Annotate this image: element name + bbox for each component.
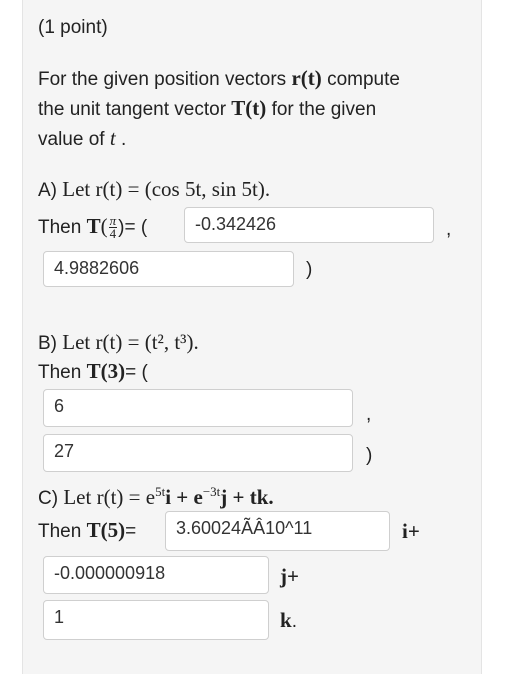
partC-statement: C) Let r(t) = e5ti + e−3tj + tk. — [38, 484, 274, 509]
pi-over-four-fraction: π4 — [108, 213, 118, 242]
partB-statement: B) Let r(t) = (t², t³). — [38, 330, 199, 354]
r-of-t: r(t) — [291, 66, 322, 90]
partC-input-3[interactable]: 1 — [43, 600, 269, 640]
partC-k-end: k. — [280, 608, 297, 632]
partB-close-paren: ) — [366, 445, 373, 466]
intro-line-1: For the given position vectors r(t) comp… — [38, 66, 400, 90]
partB-comma: , — [366, 404, 372, 425]
partB-input-1[interactable]: 6 — [43, 389, 353, 427]
partC-input-2[interactable]: -0.000000918 — [43, 556, 269, 594]
partA-statement: A) Let r(t) = (cos 5t, sin 5t). — [38, 177, 271, 201]
partB-then: Then T(3)= ( — [38, 359, 148, 383]
partC-then: Then T(5)= — [38, 518, 137, 542]
partC-i-plus: i+ — [402, 519, 420, 543]
partA-close-paren: ) — [306, 259, 313, 280]
partB-r-definition: r(t) = (t², t³). — [95, 330, 199, 354]
partA-comma: , — [446, 219, 452, 240]
points-label: (1 point) — [38, 17, 108, 38]
intro-line-3: value of t . — [38, 126, 127, 150]
partB-input-2[interactable]: 27 — [43, 434, 353, 472]
partA-input-2[interactable]: 4.9882606 — [43, 251, 294, 287]
partA-input-1[interactable]: -0.342426 — [184, 207, 434, 243]
partA-then: Then T(π 4)= ( — [38, 213, 148, 242]
partC-input-1[interactable]: 3.60024ÃÂ10^11 — [165, 511, 390, 551]
partC-r-definition: r(t) = e5ti + e−3tj + tk. — [96, 484, 274, 509]
partC-j-plus: j+ — [280, 564, 299, 588]
intro-line-2: the unit tangent vector T(t) for the giv… — [38, 96, 377, 120]
partA-r-definition: r(t) = (cos 5t, sin 5t). — [95, 177, 271, 201]
T-of-t: T(t) — [231, 96, 267, 120]
